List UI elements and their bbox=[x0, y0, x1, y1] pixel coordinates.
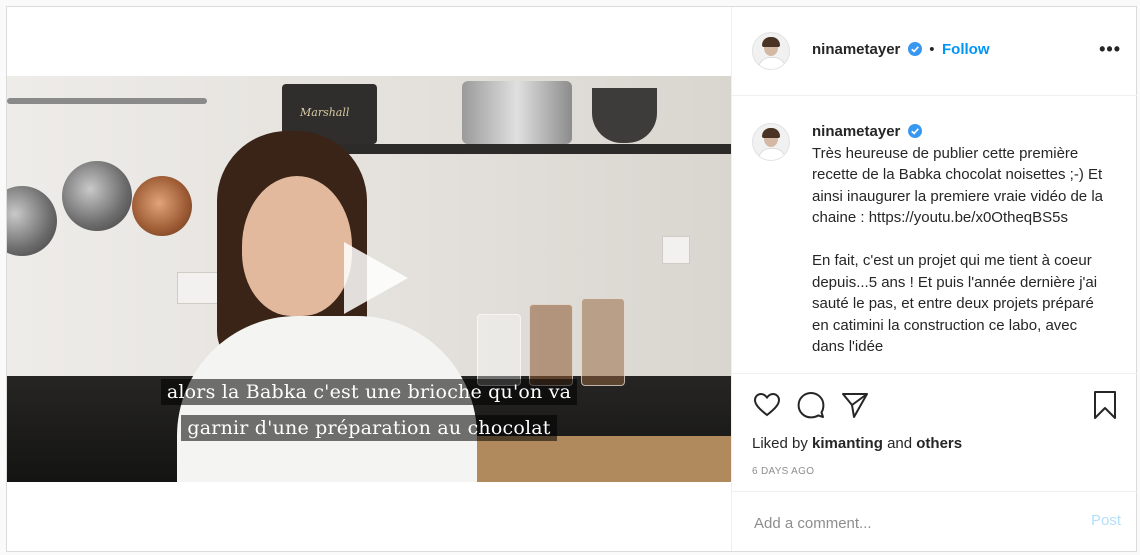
share-icon[interactable] bbox=[840, 390, 870, 420]
wall-outlet bbox=[662, 236, 690, 264]
verified-badge-icon bbox=[907, 42, 922, 56]
header-user-line: ninametayer • Follow bbox=[812, 41, 990, 59]
heart-icon[interactable] bbox=[752, 390, 782, 420]
jar bbox=[529, 304, 573, 386]
liked-by-user[interactable]: kimanting bbox=[812, 435, 883, 452]
caption-scroll-area[interactable]: ninametayer Très heureuse de publier cet… bbox=[732, 96, 1137, 373]
caption-paragraph-1: Très heureuse de publier cette première … bbox=[812, 144, 1103, 227]
more-icon[interactable]: ••• bbox=[1099, 39, 1121, 60]
subtitle-text-1: alors la Babka c'est une brioche qu'on v… bbox=[160, 379, 578, 405]
subtitle-line-1: alors la Babka c'est une brioche qu'on v… bbox=[7, 379, 731, 405]
caption: ninametayer Très heureuse de publier cet… bbox=[812, 121, 1112, 373]
jar bbox=[477, 314, 521, 386]
action-bar: Liked by kimanting and others 6 DAYS AGO bbox=[732, 373, 1137, 492]
subtitle-line-2: garnir d'une préparation au chocolat bbox=[7, 415, 731, 441]
video-player[interactable]: Marshall alors la Babka c'est une brioch… bbox=[7, 76, 731, 482]
header-username[interactable]: ninametayer bbox=[812, 41, 900, 58]
comment-icon[interactable] bbox=[796, 390, 826, 420]
pan-2 bbox=[62, 161, 132, 231]
post-header: ninametayer • Follow ••• bbox=[732, 7, 1137, 96]
pot-rail bbox=[7, 98, 207, 104]
speaker-brand: Marshall bbox=[300, 106, 350, 119]
play-icon[interactable] bbox=[332, 238, 412, 318]
post-date[interactable]: 6 DAYS AGO bbox=[752, 466, 814, 477]
caption-paragraph-2: En fait, c'est un projet qui me tient à … bbox=[812, 251, 1098, 356]
verified-badge-icon bbox=[907, 124, 922, 138]
comment-box: Post bbox=[732, 491, 1137, 552]
liked-by-and: and bbox=[887, 435, 913, 452]
caption-user-line: ninametayer bbox=[812, 121, 1112, 143]
subtitle-text-2: garnir d'une préparation au chocolat bbox=[181, 415, 557, 441]
liked-by-others[interactable]: others bbox=[916, 435, 962, 452]
follow-button[interactable]: Follow bbox=[942, 41, 990, 58]
caption-avatar[interactable] bbox=[752, 123, 790, 161]
separator-dot: • bbox=[929, 41, 935, 58]
caption-username[interactable]: ninametayer bbox=[812, 123, 900, 140]
avatar-hair bbox=[762, 37, 780, 47]
avatar-body bbox=[758, 57, 786, 69]
likes-line: Liked by kimanting and others bbox=[752, 435, 962, 452]
jar bbox=[581, 298, 625, 386]
avatar[interactable] bbox=[752, 32, 790, 70]
bookmark-icon[interactable] bbox=[1090, 390, 1120, 420]
stacked-pans bbox=[462, 81, 572, 144]
comment-input[interactable] bbox=[752, 510, 1056, 536]
instagram-post: Marshall alors la Babka c'est une brioch… bbox=[6, 6, 1137, 552]
glass-jars bbox=[477, 296, 637, 386]
bowl bbox=[592, 88, 657, 143]
post-sidebar: ninametayer • Follow ••• ninametayer Trè… bbox=[731, 7, 1137, 551]
media-panel: Marshall alors la Babka c'est une brioch… bbox=[7, 7, 731, 551]
post-button[interactable]: Post bbox=[1091, 512, 1121, 529]
avatar-body bbox=[758, 148, 786, 160]
avatar-hair bbox=[762, 128, 780, 138]
liked-by-prefix: Liked by bbox=[752, 435, 808, 452]
